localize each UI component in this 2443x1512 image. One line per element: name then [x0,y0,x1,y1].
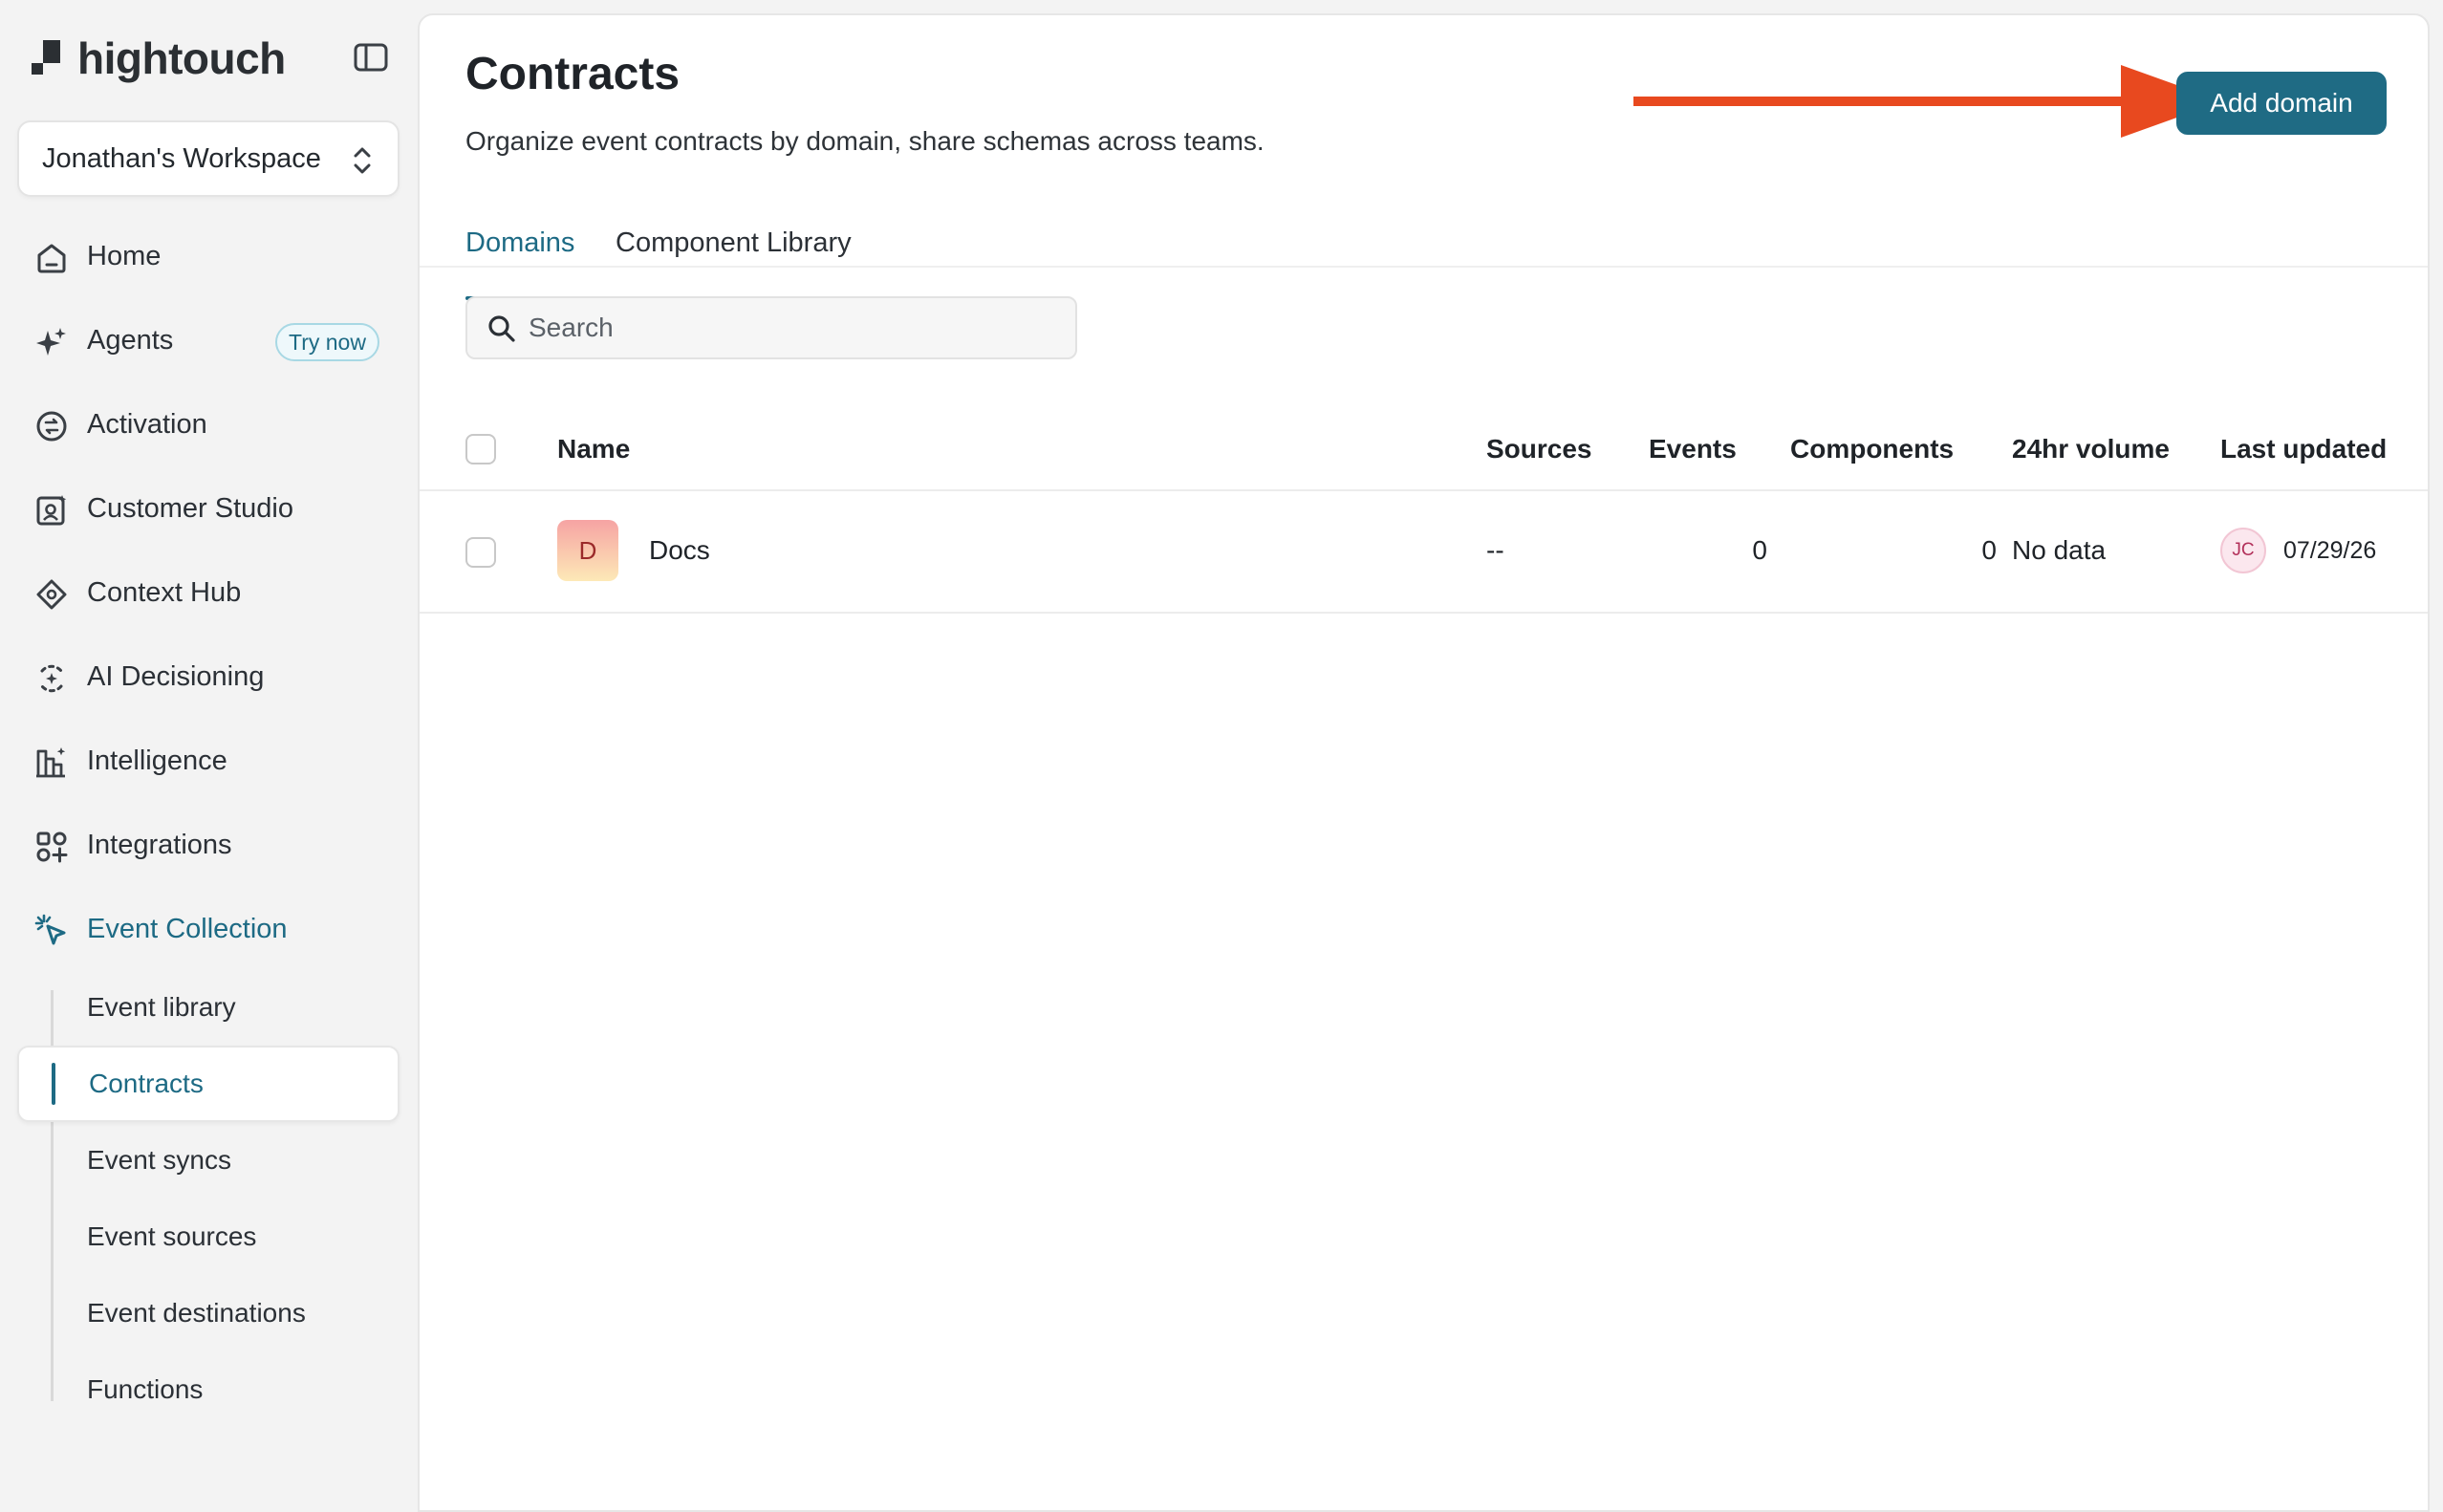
sidebar-item-ai-decisioning[interactable]: AI Decisioning [17,637,400,721]
sparkle-icon [36,328,66,356]
page-subtitle: Organize event contracts by domain, shar… [465,126,1265,156]
sidebar-item-integrations[interactable]: Integrations [17,805,400,889]
column-header-components[interactable]: Components [1790,434,1954,464]
sidebar-item-intelligence[interactable]: Intelligence [17,721,400,805]
sidebar: hightouch Jonathan's Workspace Home Agen… [0,0,418,1512]
event-collection-subnav: Event library Contracts Event syncs Even… [17,969,400,1428]
sidebar-item-activation[interactable]: Activation [17,384,400,468]
column-header-events[interactable]: Events [1649,434,1737,464]
column-header-name[interactable]: Name [557,434,630,464]
avatar: JC [2220,528,2266,573]
sidebar-item-label: Event Collection [87,914,288,944]
search-icon [488,315,515,342]
sources-value: -- [1486,535,1504,565]
tab-label: Domains [465,227,575,258]
workspace-switcher[interactable]: Jonathan's Workspace [17,120,400,197]
subnav-item-event-destinations[interactable]: Event destinations [17,1275,400,1351]
sidebar-toggle-icon[interactable] [352,38,390,76]
app-root: hightouch Jonathan's Workspace Home Agen… [0,0,2443,1512]
select-all-checkbox[interactable] [465,434,496,464]
sidebar-item-label: Integrations [87,830,232,860]
subnav-item-functions[interactable]: Functions [17,1351,400,1428]
workspace-name: Jonathan's Workspace [42,143,321,174]
components-value: 0 [1981,535,1997,565]
intelligence-icon [36,747,66,778]
sidebar-item-label: Context Hub [87,577,242,608]
subnav-item-label: Event syncs [87,1145,231,1175]
row-checkbox[interactable] [465,537,496,568]
subnav-item-contracts[interactable]: Contracts [17,1046,400,1122]
try-now-badge[interactable]: Try now [275,323,379,361]
sidebar-item-context-hub[interactable]: Context Hub [17,552,400,637]
events-value: 0 [1752,535,1767,565]
sidebar-item-label: Home [87,241,162,271]
brand-name: hightouch [77,33,286,83]
search-box[interactable] [465,296,1077,359]
subnav-item-label: Event sources [87,1221,257,1251]
subnav-item-event-library[interactable]: Event library [17,969,400,1046]
domain-avatar: D [557,520,618,581]
tab-label: Component Library [616,227,852,258]
domain-name[interactable]: Docs [649,535,710,566]
sidebar-item-customer-studio[interactable]: Customer Studio [17,468,400,552]
subnav-item-label: Functions [87,1374,204,1404]
domains-table: Name Sources Events Components 24hr volu… [420,405,2428,614]
tabs-divider [420,266,2428,268]
tab-domains[interactable]: Domains [465,227,575,300]
sidebar-item-home[interactable]: Home [17,216,400,300]
event-collection-icon [34,914,66,945]
tab-bar: Domains Component Library [465,206,2377,300]
customer-studio-icon [36,495,67,526]
hightouch-logo-icon [32,40,60,75]
context-hub-icon [36,579,67,610]
home-icon [37,244,66,273]
sidebar-item-label: AI Decisioning [87,661,265,692]
integrations-icon [36,832,68,863]
subnav-item-event-sources[interactable]: Event sources [17,1199,400,1275]
table-row[interactable]: D Docs -- 0 0 No data JC 07/29/26 [420,491,2428,614]
activation-icon [36,411,67,442]
subnav-item-label: Event destinations [87,1298,306,1328]
column-header-sources[interactable]: Sources [1486,434,1592,464]
ai-decisioning-icon [40,664,63,693]
sidebar-item-label: Activation [87,409,207,440]
last-updated-value: 07/29/26 [2283,537,2377,564]
main-panel: Contracts Organize event contracts by do… [418,13,2430,1512]
table-header: Name Sources Events Components 24hr volu… [420,405,2428,491]
sidebar-item-event-collection[interactable]: Event Collection [17,889,400,973]
search-input[interactable] [529,306,1064,350]
sidebar-item-agents[interactable]: Agents Try now [17,300,400,384]
column-header-last-updated[interactable]: Last updated [2220,434,2387,464]
column-header-24hr-volume[interactable]: 24hr volume [2012,434,2170,464]
logo-row: hightouch [32,29,404,86]
subnav-item-label: Contracts [89,1069,204,1098]
subnav-item-label: Event library [87,992,236,1022]
sidebar-item-label: Agents [87,325,174,356]
subnav-item-event-syncs[interactable]: Event syncs [17,1122,400,1199]
volume-value: No data [2012,535,2107,565]
chevron-up-down-icon [354,147,371,174]
primary-nav: Home Agents Try now Activation Customer … [17,216,400,973]
active-marker [52,1063,55,1105]
sidebar-item-label: Customer Studio [87,493,293,524]
annotation-arrow-icon [1633,65,2222,138]
add-domain-button[interactable]: Add domain [2176,72,2387,135]
page-title: Contracts [465,49,681,99]
tab-component-library[interactable]: Component Library [616,227,852,259]
sidebar-item-label: Intelligence [87,745,227,776]
